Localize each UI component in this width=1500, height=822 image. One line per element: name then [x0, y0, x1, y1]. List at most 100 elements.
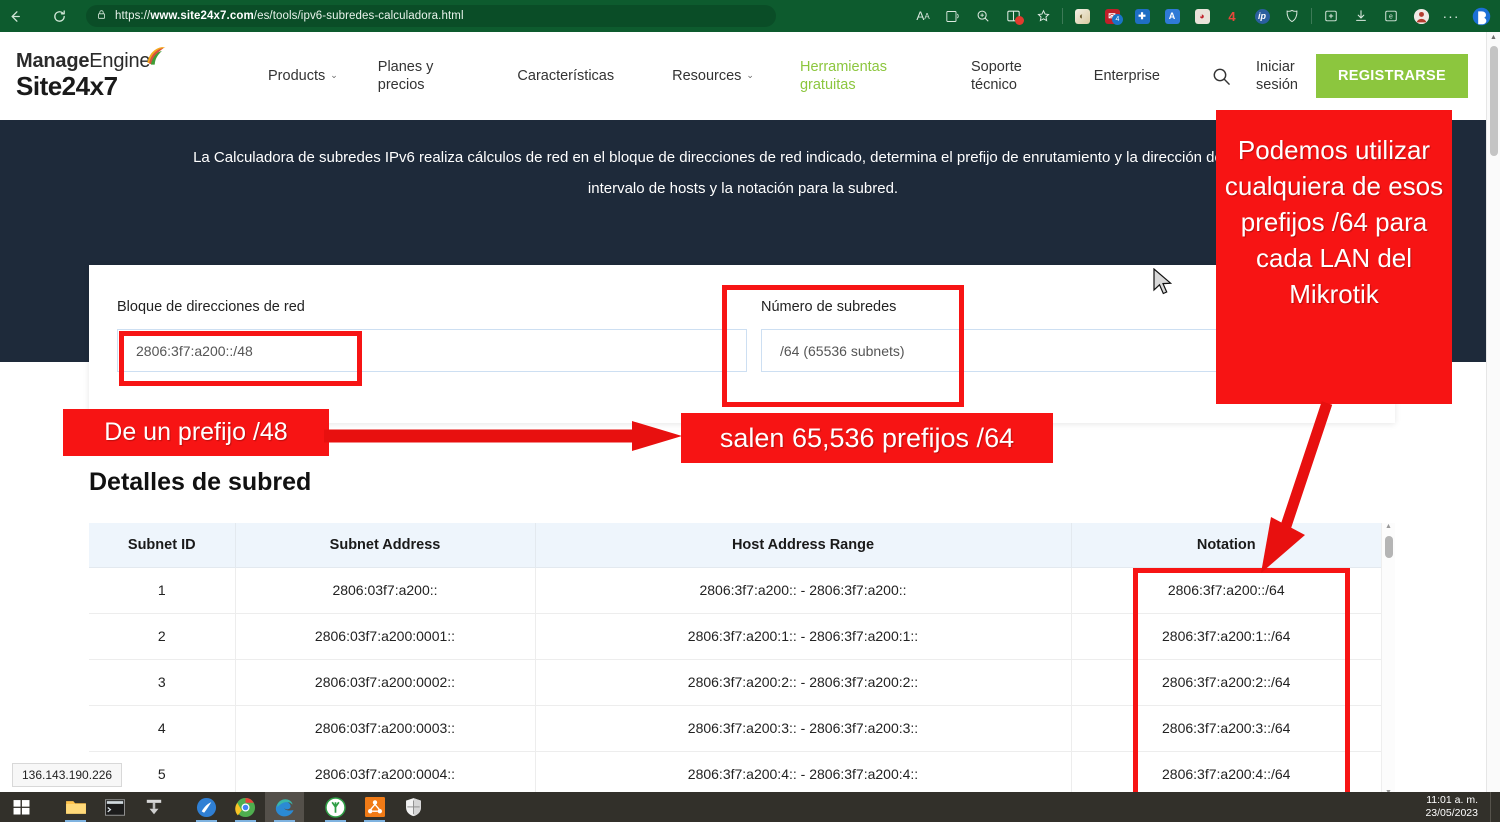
shield-extension-icon[interactable] — [1277, 2, 1307, 30]
more-icon[interactable]: ··· — [1436, 2, 1466, 30]
nav-item-soporte-tecnico[interactable]: Soporte técnico — [957, 58, 1036, 94]
copilot-icon[interactable] — [1466, 2, 1496, 30]
back-arrow-icon[interactable] — [0, 3, 30, 29]
taskbar-clock[interactable]: 11:01 a. m. 23/05/2023 — [1425, 792, 1478, 822]
cell-subnet-id: 3 — [89, 659, 235, 705]
shopping-icon[interactable]: ◐ — [1067, 2, 1097, 30]
nav-label: Resources — [672, 67, 741, 85]
nav-item-resources[interactable]: Resources ⌄ — [658, 67, 768, 85]
extensions-icon[interactable]: ✚ — [1127, 2, 1157, 30]
zoom-icon[interactable] — [968, 2, 998, 30]
favorites-icon[interactable] — [1028, 2, 1058, 30]
nav-item-caracteristicas[interactable]: Características — [503, 67, 628, 85]
scrollbar-up-arrow[interactable]: ▲ — [1487, 32, 1500, 41]
windows-taskbar: 11:01 a. m. 23/05/2023 — [0, 792, 1500, 822]
chrome-icon[interactable] — [226, 792, 265, 822]
table-row: 4 2806:03f7:a200:0003:: 2806:3f7:a200:3:… — [89, 705, 1381, 751]
account-icon[interactable] — [1406, 2, 1436, 30]
lock-icon — [96, 7, 107, 25]
browser-blue-icon[interactable] — [187, 792, 226, 822]
four-badge-icon[interactable]: 4 — [1217, 2, 1247, 30]
subnet-details-table: Subnet ID Subnet Address Host Address Ra… — [89, 523, 1395, 798]
notification-icon[interactable]: ✉ 4 — [1097, 2, 1127, 30]
search-icon[interactable] — [1204, 59, 1238, 93]
col-subnet-id[interactable]: Subnet ID — [89, 523, 235, 567]
mikrotik-orange-icon[interactable] — [355, 792, 394, 822]
main-nav: Products ⌄ Planes y precios Característi… — [216, 58, 1204, 94]
cell-subnet-address: 2806:03f7:a200:0001:: — [235, 613, 535, 659]
annotation-prefix48: De un prefijo /48 — [63, 409, 329, 456]
table-scrollbar-thumb[interactable] — [1385, 536, 1393, 558]
nav-label: Soporte técnico — [971, 58, 1022, 94]
nav-label: Herramientas gratuitas — [800, 58, 887, 94]
address-bar[interactable]: https://www.site24x7.com/es/tools/ipv6-s… — [86, 5, 776, 27]
nav-item-enterprise[interactable]: Enterprise — [1080, 67, 1174, 85]
cell-subnet-id: 4 — [89, 705, 235, 751]
login-link[interactable]: Iniciar sesión — [1242, 58, 1312, 94]
downloads-icon[interactable] — [1346, 2, 1376, 30]
file-explorer-icon[interactable] — [56, 792, 95, 822]
nav-item-herramientas-gratuitas[interactable]: Herramientas gratuitas — [786, 58, 901, 94]
winbox-icon[interactable] — [134, 792, 173, 822]
svg-text:e: e — [1389, 14, 1393, 21]
screen: https://www.site24x7.com/es/tools/ipv6-s… — [0, 0, 1500, 822]
table-row: 5 2806:03f7:a200:0004:: 2806:3f7:a200:4:… — [89, 751, 1381, 797]
translate-icon[interactable]: A — [1157, 2, 1187, 30]
immersive-reader-icon[interactable] — [938, 2, 968, 30]
security-shield-icon[interactable] — [394, 792, 433, 822]
read-aloud-icon[interactable]: AA — [908, 2, 938, 30]
cell-host-range: 2806:3f7:a200:4:: - 2806:3f7:a200:4:: — [535, 751, 1071, 797]
utility-green-icon[interactable] — [316, 792, 355, 822]
signup-button[interactable]: REGISTRARSE — [1316, 54, 1468, 98]
scrollbar-thumb[interactable] — [1490, 46, 1498, 156]
start-windows-icon[interactable] — [0, 792, 42, 822]
page-scrollbar[interactable]: ▲ — [1486, 32, 1500, 792]
collections-icon[interactable] — [1316, 2, 1346, 30]
cell-notation: 2806:3f7:a200::/64 — [1071, 567, 1381, 613]
browser-toolbar-right: AA ◐ ✉ 4 ✚ — [908, 0, 1500, 32]
toolbar-divider-2 — [1311, 8, 1312, 24]
terminal-icon[interactable] — [95, 792, 134, 822]
annotation-lan-note: Podemos utilizar cualquiera de esos pref… — [1216, 110, 1452, 404]
page-title: Detalles de subred — [89, 468, 311, 497]
nav-label: Planes y precios — [378, 58, 434, 94]
results-table: Subnet ID Subnet Address Host Address Ra… — [89, 523, 1381, 798]
toolbar-divider — [1062, 8, 1063, 24]
table-row: 1 2806:03f7:a200:: 2806:3f7:a200:: - 280… — [89, 567, 1381, 613]
logo-site24x7: Site24x7 — [16, 71, 216, 102]
status-bar-tooltip: 136.143.190.226 — [12, 763, 122, 787]
chevron-down-icon: ⌄ — [746, 70, 754, 81]
cell-notation: 2806:3f7:a200:3::/64 — [1071, 705, 1381, 751]
nav-label: Características — [517, 67, 614, 85]
col-notation[interactable]: Notation — [1071, 523, 1381, 567]
profile-avatar-icon[interactable]: ◕ — [1187, 2, 1217, 30]
nav-item-planes-precios[interactable]: Planes y precios — [364, 58, 448, 94]
edge-app-icon[interactable]: e — [1376, 2, 1406, 30]
site-logo[interactable]: ManageEngine Site24x7 — [16, 50, 216, 102]
reload-icon[interactable] — [44, 3, 74, 29]
table-scrollbar-up-arrow[interactable]: ▲ — [1382, 523, 1395, 530]
notification-count-badge: 4 — [1112, 14, 1123, 25]
cell-host-range: 2806:3f7:a200:2:: - 2806:3f7:a200:2:: — [535, 659, 1071, 705]
cell-host-range: 2806:3f7:a200:1:: - 2806:3f7:a200:1:: — [535, 613, 1071, 659]
nav-item-products[interactable]: Products ⌄ — [254, 67, 352, 85]
table-row: 2 2806:03f7:a200:0001:: 2806:3f7:a200:1:… — [89, 613, 1381, 659]
ip-extension-icon[interactable]: ip — [1247, 2, 1277, 30]
col-host-address-range[interactable]: Host Address Range — [535, 523, 1071, 567]
cell-notation: 2806:3f7:a200:4::/64 — [1071, 751, 1381, 797]
table-row: 3 2806:03f7:a200:0002:: 2806:3f7:a200:2:… — [89, 659, 1381, 705]
split-screen-icon[interactable] — [998, 2, 1028, 30]
split-screen-badge — [1015, 16, 1024, 25]
edge-icon[interactable] — [265, 792, 304, 822]
network-block-field: Bloque de direcciones de red 2806:3f7:a2… — [117, 299, 747, 372]
table-scrollbar[interactable]: ▲ ▼ — [1381, 523, 1395, 798]
browser-toolbar: https://www.site24x7.com/es/tools/ipv6-s… — [0, 0, 1500, 32]
clock-date: 23/05/2023 — [1425, 807, 1478, 820]
col-subnet-address[interactable]: Subnet Address — [235, 523, 535, 567]
clock-time: 11:01 a. m. — [1425, 794, 1478, 807]
show-desktop-button[interactable] — [1490, 792, 1496, 822]
chevron-down-icon: ⌄ — [330, 70, 338, 81]
nav-label: Products — [268, 67, 325, 85]
network-block-input[interactable]: 2806:3f7:a200::/48 — [117, 329, 747, 372]
table-header-row: Subnet ID Subnet Address Host Address Ra… — [89, 523, 1381, 567]
